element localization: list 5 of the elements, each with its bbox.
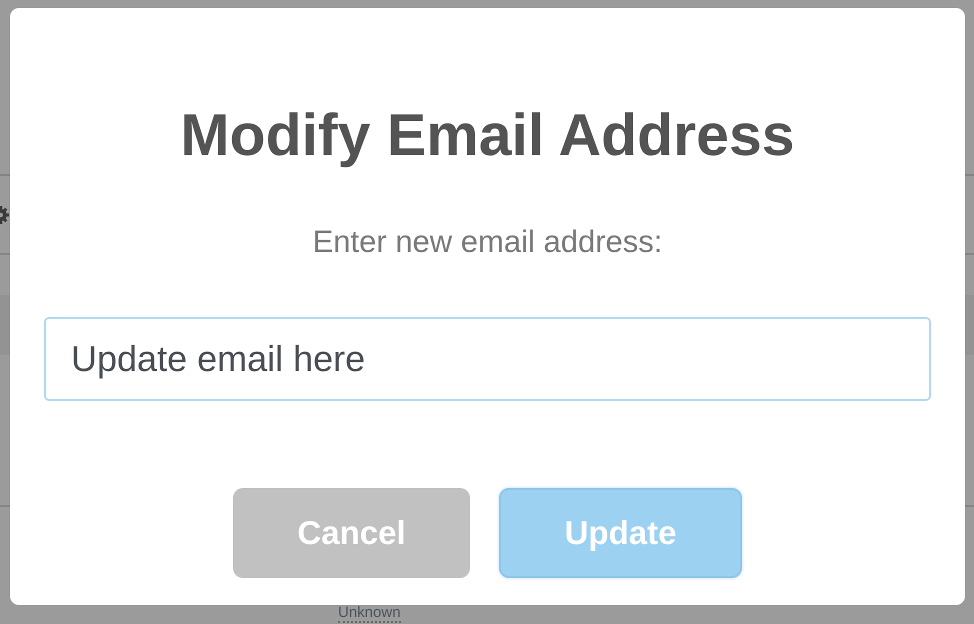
- dialog-title: Modify Email Address: [180, 101, 795, 169]
- update-button[interactable]: Update: [499, 488, 742, 578]
- cancel-button[interactable]: Cancel: [233, 488, 470, 578]
- email-input-field[interactable]: Update email here: [44, 317, 931, 401]
- prompt-text: Enter new email address:: [312, 224, 662, 260]
